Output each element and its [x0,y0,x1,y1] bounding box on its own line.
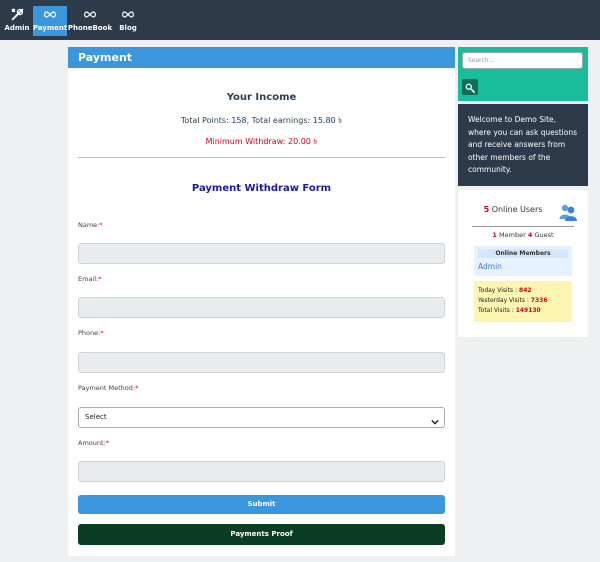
today-visits: Today Visits : 842 [478,287,532,294]
earnings-label: , Total earnings: [246,116,311,125]
visit-stats: Today Visits : 842 Yesterday Visits : 73… [474,281,572,322]
phone-label: Phone:* [78,329,104,337]
payment-method-label: Payment Method:* [78,384,139,392]
total-visits: Total Visits : 149130 [478,307,541,314]
email-label: Email:* [78,275,102,283]
name-input[interactable] [78,243,445,264]
member-link-admin[interactable]: Admin [478,262,502,271]
users-icon [558,202,578,226]
points-value: 158 [231,116,247,125]
nav-item-payment[interactable]: Payment [33,6,67,36]
income-title: Your Income [226,92,297,103]
member-guest-count: 1 Member 4 Guest [492,231,554,239]
online-users-title: 5 Online Users [483,205,543,214]
infinity-icon [121,6,135,22]
payments-proof-button[interactable]: Payments Proof [78,524,445,545]
online-members-box: Online Members Admin [474,246,572,276]
minimum-withdraw: Minimum Withdraw: 20.00 ৳ [205,137,318,146]
amount-input[interactable] [78,461,445,482]
nav-item-admin[interactable]: Admin [2,6,32,36]
name-label: Name:* [78,221,103,229]
chevron-down-icon [431,414,439,433]
top-navbar: Admin Payment PhoneBook Blog [0,0,600,40]
payment-method-value: Select [85,413,107,421]
payment-method-select[interactable]: Select [78,407,445,428]
form-title: Payment Withdraw Form [191,183,332,194]
welcome-message: Welcome to Demo Site, where you can ask … [458,104,588,186]
points-label: Total Points: [180,116,229,125]
nav-label-blog: Blog [119,24,137,32]
infinity-icon [83,6,97,22]
yesterday-visits: Yesterday Visits : 7336 [478,297,548,304]
earnings-value: 15.80 ৳ [312,116,343,125]
infinity-icon [43,6,57,22]
nav-label-admin: Admin [4,24,30,32]
nav-label-payment: Payment [32,24,68,32]
submit-button[interactable]: Submit [78,495,445,514]
payment-panel: Your Income Total Points: 158, Total ear… [68,68,455,556]
online-members-heading: Online Members [478,249,568,258]
panel-title: Payment [68,47,455,68]
divider [78,157,445,158]
amount-label: Amount:* [78,439,109,447]
phone-input[interactable] [78,352,445,373]
tools-icon [11,6,24,22]
email-input[interactable] [78,297,445,318]
income-summary: Total Points: 158, Total earnings: 15.80… [68,115,455,128]
nav-item-phonebook[interactable]: PhoneBook [67,6,113,36]
search-input[interactable]: Search... [462,52,583,69]
search-panel: Search... [458,47,588,101]
nav-item-blog[interactable]: Blog [113,6,143,36]
search-button[interactable] [462,79,478,95]
divider [472,226,574,227]
online-users-widget: 5 Online Users 1 Member 4 Guest Online M… [458,190,588,337]
search-icon [465,78,475,97]
nav-label-phonebook: PhoneBook [67,24,113,32]
